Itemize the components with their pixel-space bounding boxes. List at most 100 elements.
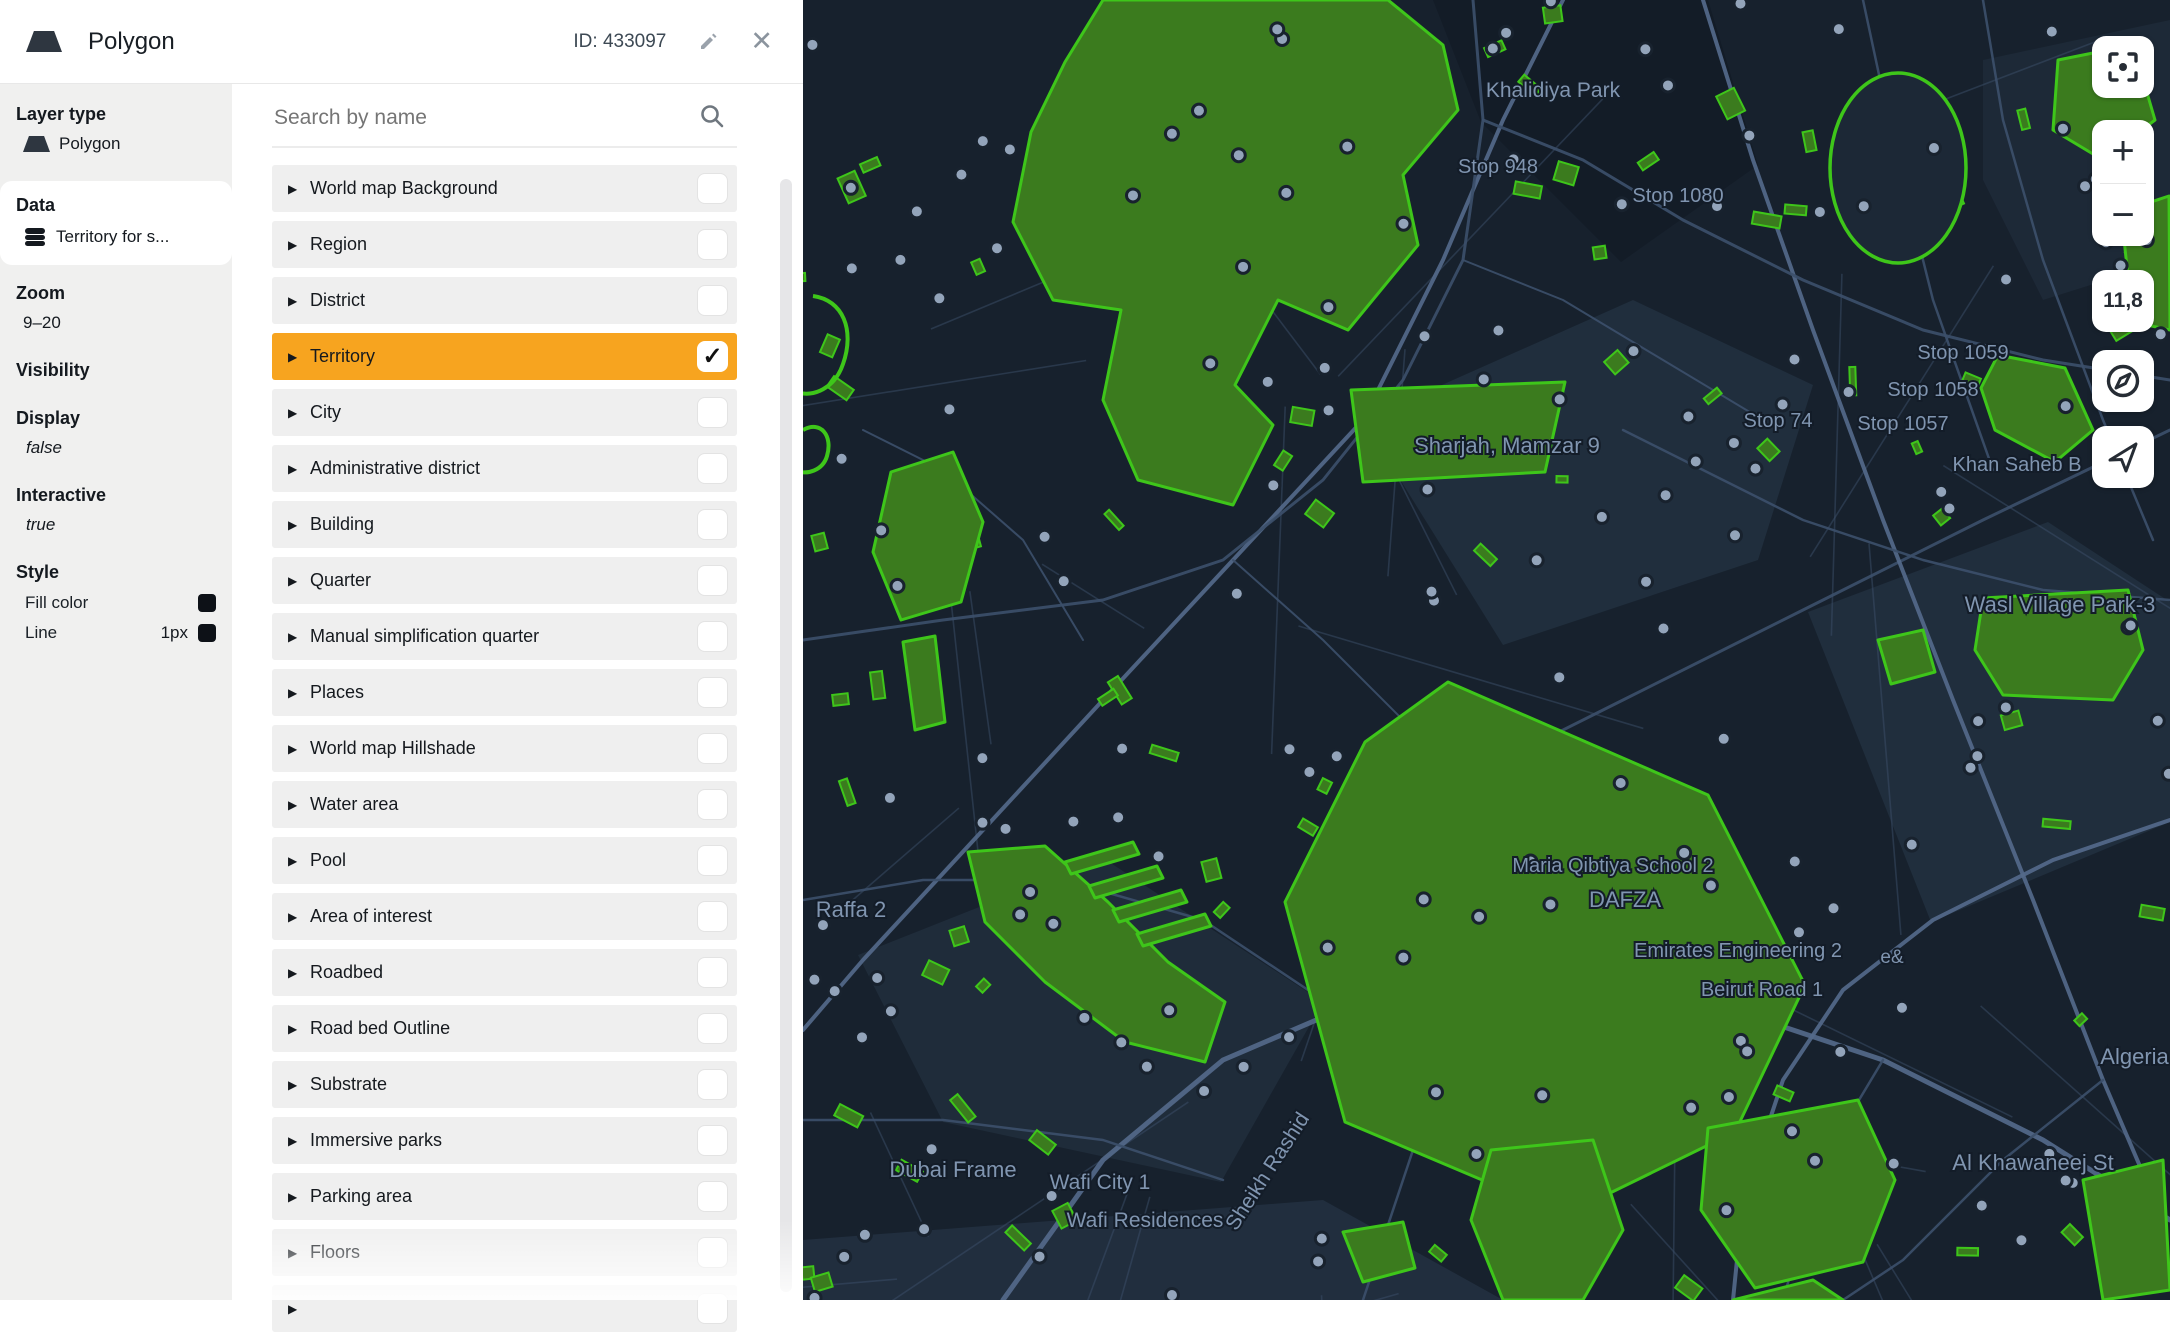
map-poi-marker[interactable] [1318, 361, 1331, 374]
map-poi-marker[interactable] [806, 38, 819, 51]
map-poi-marker[interactable] [1057, 575, 1070, 588]
expand-arrow-icon[interactable]: ▶ [288, 1246, 310, 1260]
map-poi-marker[interactable] [871, 971, 884, 984]
map-poi-marker[interactable] [943, 403, 956, 416]
map-poi-marker[interactable] [855, 1031, 868, 1044]
map-territory-parcel[interactable] [811, 533, 827, 552]
map-territory-polygon[interactable] [1351, 382, 1565, 482]
map-poi-marker[interactable] [2162, 767, 2170, 780]
layer-checkbox[interactable] [697, 957, 728, 988]
map-poi-marker[interactable] [1322, 404, 1335, 417]
map-poi-marker[interactable] [1237, 260, 1250, 273]
zoom-in-button[interactable]: + [2092, 120, 2154, 183]
map-territory-parcel[interactable] [870, 671, 885, 699]
map-poi-marker[interactable] [1492, 324, 1505, 337]
map-poi-marker[interactable] [1165, 127, 1178, 140]
layer-row-floors[interactable]: ▶Floors [272, 1229, 737, 1276]
map-canvas[interactable]: Khalidiya ParkStop 948Stop 1080Stop 1059… [803, 0, 2170, 1300]
map-poi-marker[interactable] [976, 816, 989, 829]
expand-arrow-icon[interactable]: ▶ [288, 1190, 310, 1204]
map-poi-marker[interactable] [1808, 1154, 1821, 1167]
expand-arrow-icon[interactable]: ▶ [288, 1134, 310, 1148]
map-poi-marker[interactable] [1038, 530, 1051, 543]
map-poi-marker[interactable] [1126, 189, 1139, 202]
map-poi-marker[interactable] [2015, 1234, 2028, 1247]
map-poi-marker[interactable] [1283, 743, 1296, 756]
map-poi-marker[interactable] [884, 1005, 897, 1018]
map-poi-marker[interactable] [2124, 619, 2137, 632]
layer-checkbox[interactable] [697, 1125, 728, 1156]
map-poi-marker[interactable] [1397, 217, 1410, 230]
map-poi-marker[interactable] [858, 1228, 871, 1241]
map-poi-marker[interactable] [1785, 1125, 1798, 1138]
map-poi-marker[interactable] [1895, 1001, 1908, 1014]
expand-arrow-icon[interactable]: ▶ [288, 1302, 310, 1316]
map-poi-marker[interactable] [883, 791, 896, 804]
map-poi-marker[interactable] [1321, 941, 1334, 954]
expand-arrow-icon[interactable]: ▶ [288, 350, 310, 364]
map-poi-marker[interactable] [1115, 1036, 1128, 1049]
edit-button[interactable] [696, 30, 720, 54]
map-poi-marker[interactable] [1470, 1147, 1483, 1160]
map-poi-marker[interactable] [1729, 529, 1742, 542]
map-poi-marker[interactable] [1232, 149, 1245, 162]
layer-checkbox[interactable] [697, 285, 728, 316]
layer-checkbox[interactable] [697, 733, 728, 764]
expand-arrow-icon[interactable]: ▶ [288, 910, 310, 924]
map-territory-parcel[interactable] [1785, 204, 1807, 215]
map-poi-marker[interactable] [1788, 353, 1801, 366]
layer-row-road-bed-outline[interactable]: ▶Road bed Outline [272, 1005, 737, 1052]
map-poi-marker[interactable] [1935, 485, 1948, 498]
map-poi-marker[interactable] [1743, 129, 1756, 142]
map-poi-marker[interactable] [1500, 26, 1513, 39]
expand-arrow-icon[interactable]: ▶ [288, 1078, 310, 1092]
map-poi-marker[interactable] [1477, 373, 1490, 386]
search-input[interactable] [272, 105, 699, 131]
map-poi-marker[interactable] [1312, 1255, 1325, 1268]
map-poi-marker[interactable] [1813, 205, 1826, 218]
map-poi-marker[interactable] [1198, 1085, 1211, 1098]
map-territory-parcel[interactable] [1556, 476, 1567, 483]
map-poi-marker[interactable] [1792, 926, 1805, 939]
layer-checkbox[interactable] [697, 1069, 728, 1100]
map-poi-marker[interactable] [1717, 732, 1730, 745]
layer-row-administrative-district[interactable]: ▶Administrative district [272, 445, 737, 492]
map-poi-marker[interactable] [1832, 23, 1845, 36]
map[interactable]: Khalidiya ParkStop 948Stop 1080Stop 1059… [803, 0, 2170, 1300]
fullscreen-button[interactable] [2092, 36, 2154, 98]
map-poi-marker[interactable] [1788, 855, 1801, 868]
map-territory-parcel[interactable] [1290, 407, 1314, 426]
map-poi-marker[interactable] [1140, 1060, 1153, 1073]
map-poi-marker[interactable] [1640, 575, 1653, 588]
map-poi-marker[interactable] [1014, 908, 1027, 921]
expand-arrow-icon[interactable]: ▶ [288, 238, 310, 252]
map-poi-marker[interactable] [1033, 1250, 1046, 1263]
map-poi-marker[interactable] [1657, 622, 1670, 635]
layer-row-places[interactable]: ▶Places [272, 669, 737, 716]
map-poi-marker[interactable] [1067, 815, 1080, 828]
close-button[interactable]: ✕ [750, 28, 773, 55]
layer-checkbox[interactable] [697, 173, 728, 204]
layer-row-substrate[interactable]: ▶Substrate [272, 1061, 737, 1108]
expand-arrow-icon[interactable]: ▶ [288, 742, 310, 756]
expand-arrow-icon[interactable]: ▶ [288, 518, 310, 532]
map-poi-marker[interactable] [1024, 885, 1037, 898]
map-poi-marker[interactable] [918, 1223, 931, 1236]
map-poi-marker[interactable] [1659, 489, 1672, 502]
map-poi-marker[interactable] [1544, 898, 1557, 911]
map-poi-marker[interactable] [1330, 750, 1343, 763]
map-poi-marker[interactable] [2151, 714, 2164, 727]
layer-row-territory[interactable]: ▶Territory✓ [272, 333, 737, 380]
map-poi-marker[interactable] [990, 242, 1003, 255]
map-poi-marker[interactable] [1614, 776, 1627, 789]
map-poi-marker[interactable] [1116, 742, 1129, 755]
map-poi-marker[interactable] [1627, 345, 1640, 358]
map-poi-marker[interactable] [1152, 850, 1165, 863]
expand-arrow-icon[interactable]: ▶ [288, 294, 310, 308]
line-color-swatch[interactable] [198, 624, 216, 642]
map-poi-marker[interactable] [875, 524, 888, 537]
map-poi-marker[interactable] [1473, 910, 1486, 923]
expand-arrow-icon[interactable]: ▶ [288, 1022, 310, 1036]
map-poi-marker[interactable] [828, 985, 841, 998]
map-poi-marker[interactable] [2056, 122, 2069, 135]
